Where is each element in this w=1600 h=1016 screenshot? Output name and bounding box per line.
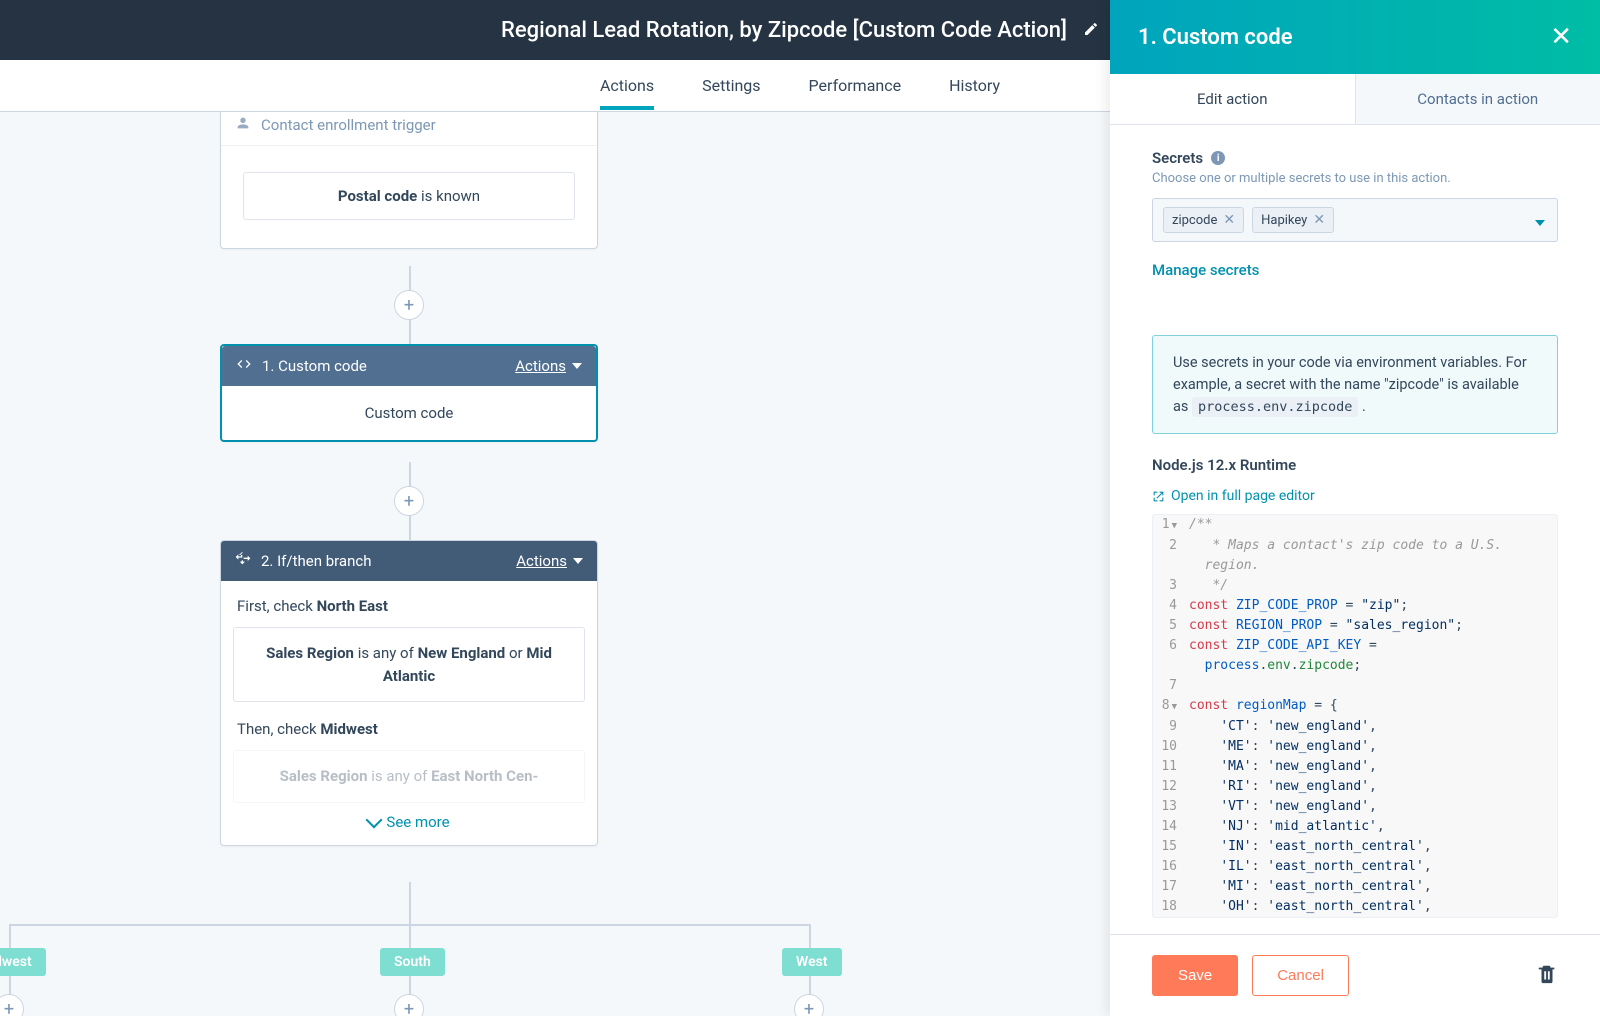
branch-label-midwest[interactable]: dwest [0,948,46,976]
code-line[interactable]: 12 'RI': 'new_england', [1153,777,1557,797]
code-line[interactable]: 11 'MA': 'new_england', [1153,757,1557,777]
add-step-button[interactable]: + [794,994,824,1016]
save-button[interactable]: Save [1152,955,1238,996]
code-line[interactable]: 13 'VT': 'new_england', [1153,797,1557,817]
remove-chip-icon[interactable]: ✕ [1223,212,1235,228]
code-line[interactable]: 17 'MI': 'east_north_central', [1153,877,1557,897]
workflow-canvas[interactable]: Contact enrollment trigger Postal code i… [0,112,1110,1016]
code-line[interactable]: process.env.zipcode; [1153,656,1557,676]
card-title: 2. If/then branch [261,552,506,570]
trigger-condition: Postal code is known [243,172,575,220]
secrets-label: Secrets [1152,149,1203,167]
custom-code-card[interactable]: 1. Custom code Actions Custom code [220,344,598,442]
workflow-title: Regional Lead Rotation, by Zipcode [Cust… [501,18,1067,43]
secrets-info-banner: Use secrets in your code via environment… [1152,335,1558,434]
branch-condition-2: Sales Region is any of East North Cen- [233,750,585,803]
see-more-link[interactable]: See more [221,803,597,845]
panel-title: 1. Custom code [1138,25,1293,50]
trigger-label: Contact enrollment trigger [261,116,436,134]
cancel-button[interactable]: Cancel [1252,955,1349,996]
branch-card[interactable]: 2. If/then branch Actions First, check N… [220,540,598,846]
code-line[interactable]: 18 'OH': 'east_north_central', [1153,897,1557,917]
delete-action-icon[interactable] [1536,963,1558,989]
branch-icon [235,551,251,571]
branch-check-2: Then, check Midwest [233,720,585,738]
code-line[interactable]: 4const ZIP_CODE_PROP = "zip"; [1153,596,1557,616]
connector [409,882,411,924]
add-step-button[interactable]: + [394,290,424,320]
card-actions-menu[interactable]: Actions [515,357,582,375]
edit-title-icon[interactable] [1083,18,1099,43]
code-line[interactable]: 10 'ME': 'new_england', [1153,737,1557,757]
code-line[interactable]: 16 'IL': 'east_north_central', [1153,857,1557,877]
runtime-label: Node.js 12.x Runtime [1152,456,1558,474]
branch-check-1: First, check North East [233,597,585,615]
branch-label-west[interactable]: West [782,948,842,976]
card-title: 1. Custom code [262,357,505,375]
code-icon [236,356,252,376]
add-step-button[interactable]: + [0,994,24,1016]
contact-icon [235,115,251,135]
trigger-card[interactable]: Contact enrollment trigger Postal code i… [220,112,598,249]
code-line[interactable]: 8▼const regionMap = { [1153,696,1557,717]
code-line[interactable]: 9 'CT': 'new_england', [1153,717,1557,737]
branch-label-south[interactable]: South [380,948,445,976]
code-line[interactable]: 7 [1153,676,1557,696]
dropdown-caret-icon[interactable] [1535,211,1545,230]
caret-down-icon [573,558,583,564]
tab-history[interactable]: History [949,62,1000,109]
edit-action-panel: 1. Custom code ✕ Edit action Contacts in… [1110,0,1600,1016]
code-line[interactable]: region. [1153,556,1557,576]
tab-actions[interactable]: Actions [600,62,654,109]
code-line[interactable]: 1▼/** [1153,515,1557,536]
manage-secrets-link[interactable]: Manage secrets [1152,261,1259,279]
panel-tab-contacts[interactable]: Contacts in action [1356,74,1600,124]
custom-code-body: Custom code [222,386,596,440]
code-editor[interactable]: 1▼/**2 * Maps a contact's zip code to a … [1152,514,1558,918]
code-line[interactable]: 5const REGION_PROP = "sales_region"; [1153,616,1557,636]
chevron-down-icon [366,811,383,828]
branch-condition-1: Sales Region is any of New England or Mi… [233,627,585,702]
secret-chip-zipcode: zipcode ✕ [1163,207,1244,233]
secrets-help: Choose one or multiple secrets to use in… [1152,171,1558,186]
code-line[interactable]: 14 'NJ': 'mid_atlantic', [1153,817,1557,837]
remove-chip-icon[interactable]: ✕ [1313,212,1325,228]
code-line[interactable]: 15 'IN': 'east_north_central', [1153,837,1557,857]
secrets-select[interactable]: zipcode ✕ Hapikey ✕ [1152,198,1558,242]
code-line[interactable]: 2 * Maps a contact's zip code to a U.S. [1153,536,1557,556]
card-actions-menu[interactable]: Actions [516,552,583,570]
caret-down-icon [572,363,582,369]
code-line[interactable]: 3 */ [1153,576,1557,596]
close-panel-icon[interactable]: ✕ [1550,22,1572,52]
add-step-button[interactable]: + [394,994,424,1016]
open-full-editor-link[interactable]: Open in full page editor [1152,488,1558,504]
tab-performance[interactable]: Performance [809,62,902,109]
secret-chip-hapikey: Hapikey ✕ [1252,207,1334,233]
tab-settings[interactable]: Settings [702,62,760,109]
info-icon[interactable]: i [1211,151,1225,165]
code-line[interactable]: 6const ZIP_CODE_API_KEY = [1153,636,1557,656]
add-step-button[interactable]: + [394,486,424,516]
panel-tab-edit[interactable]: Edit action [1110,74,1356,124]
